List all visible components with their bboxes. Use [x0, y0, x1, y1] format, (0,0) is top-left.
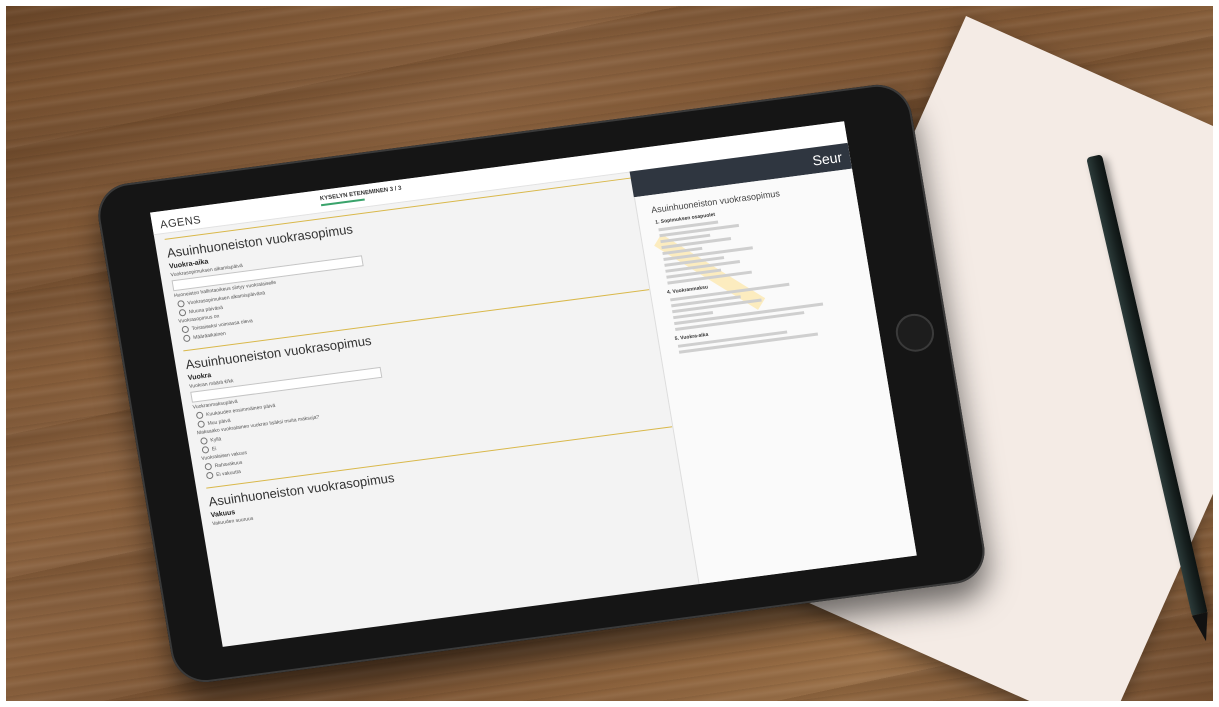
radio-icon[interactable] — [204, 462, 213, 471]
agens-logo: AGENS — [159, 214, 202, 232]
tablet-frame: AGENS KYSELYN ETENEMINEN 3 / 3 Asuinhuon… — [93, 80, 990, 687]
radio-icon[interactable] — [201, 445, 210, 454]
photo-scene: AGENS KYSELYN ETENEMINEN 3 / 3 Asuinhuon… — [6, 6, 1213, 701]
radio-icon[interactable] — [199, 437, 209, 445]
radio-icon[interactable] — [197, 420, 206, 429]
tablet-screen: AGENS KYSELYN ETENEMINEN 3 / 3 Asuinhuon… — [150, 121, 917, 647]
radio-icon[interactable] — [181, 325, 190, 334]
radio-icon[interactable] — [205, 471, 214, 480]
questionnaire-form: Asuinhuoneiston vuokrasopimus Vuokra-aik… — [164, 177, 699, 644]
radio-icon[interactable] — [176, 299, 186, 308]
radio-icon[interactable] — [195, 411, 204, 420]
radio-icon[interactable] — [182, 334, 191, 343]
radio-icon[interactable] — [178, 308, 187, 317]
home-button[interactable] — [892, 311, 937, 355]
